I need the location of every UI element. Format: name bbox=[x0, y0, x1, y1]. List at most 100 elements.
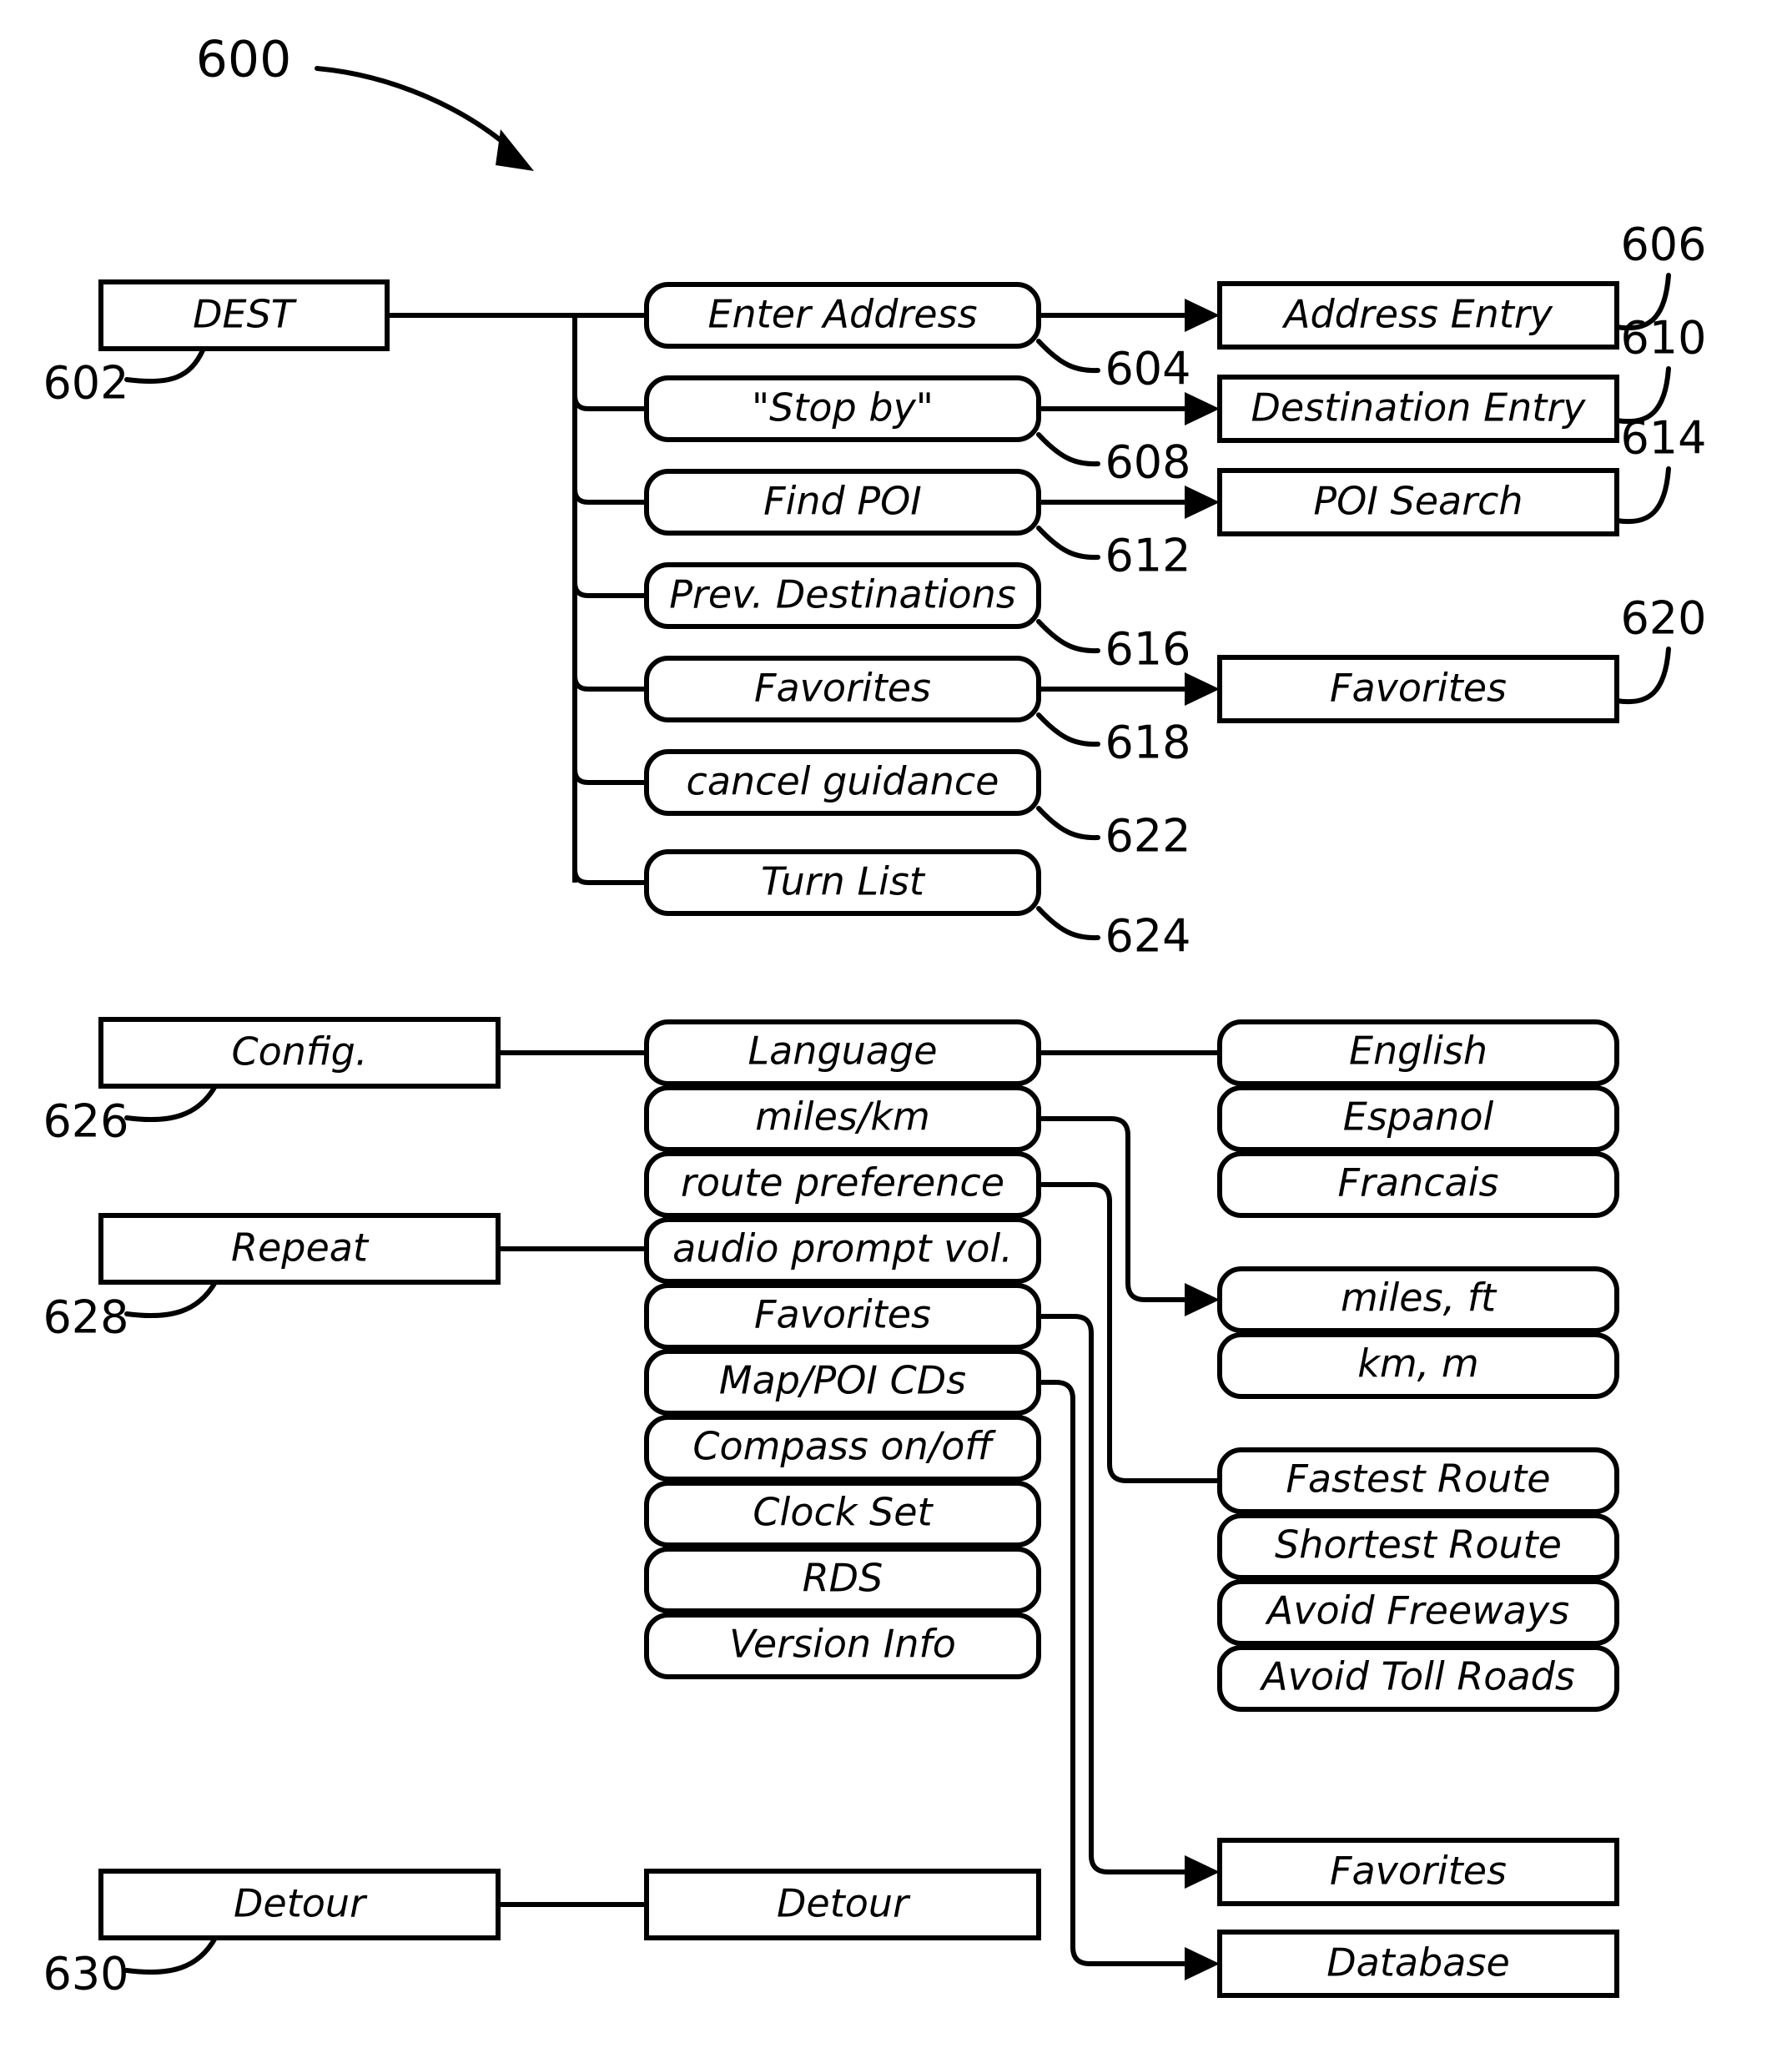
ref-630-leader bbox=[124, 1935, 218, 1975]
dest-menu-item-4[interactable]: Prev. Destinations bbox=[644, 562, 1041, 629]
ref-602-label: 602 bbox=[43, 357, 128, 410]
dest-root-label: DEST bbox=[193, 292, 298, 337]
ref-624-label: 624 bbox=[1105, 910, 1190, 963]
unitsel-arrowhead bbox=[1185, 1283, 1220, 1316]
config-menu-item-3[interactable]: route preference bbox=[644, 1151, 1041, 1218]
detour-menu-label-1: Detour bbox=[777, 1881, 911, 1926]
dest-target-box-2[interactable]: Destination Entry bbox=[1217, 375, 1619, 443]
route-option-4[interactable]: Avoid Toll Roads bbox=[1217, 1645, 1619, 1712]
config-menu-label-7: Compass on/off bbox=[692, 1424, 996, 1469]
unit-option-label-2: km, m bbox=[1357, 1341, 1479, 1386]
route-option-label-1: Fastest Route bbox=[1286, 1457, 1550, 1502]
dest-arrowhead-2 bbox=[1185, 392, 1220, 425]
unit-option-label-1: miles, ft bbox=[1341, 1276, 1498, 1321]
dest-target-label-2: Destination Entry bbox=[1251, 385, 1587, 430]
dest-branch-6 bbox=[572, 768, 647, 785]
config-menu-label-10: Version Info bbox=[729, 1622, 956, 1667]
config-menu-item-4[interactable]: audio prompt vol. bbox=[644, 1217, 1041, 1284]
config-menu-item-5[interactable]: Favorites bbox=[644, 1283, 1041, 1350]
language-option-label-2: Espanol bbox=[1343, 1094, 1494, 1140]
config-menu-label-2: miles/km bbox=[755, 1094, 930, 1140]
dest-target-box-4[interactable]: Favorites bbox=[1217, 655, 1619, 723]
detour-menu-item-1[interactable]: Detour bbox=[644, 1869, 1041, 1940]
config-root-box[interactable]: Config. bbox=[98, 1017, 501, 1089]
ref-612-leader bbox=[1036, 526, 1100, 561]
ref-612-label: 612 bbox=[1105, 530, 1190, 582]
ref-608-leader bbox=[1036, 432, 1100, 467]
dest-root-box[interactable]: DEST bbox=[98, 279, 390, 351]
dest-menu-item-7[interactable]: Turn List bbox=[644, 849, 1041, 916]
config-menu-item-9[interactable]: RDS bbox=[644, 1547, 1041, 1613]
config-menu-label-3: route preference bbox=[681, 1160, 1004, 1205]
ref-624-leader bbox=[1036, 906, 1100, 941]
figure-leader-line bbox=[315, 66, 520, 157]
ref-614-leader bbox=[1614, 466, 1671, 525]
ref-628-leader bbox=[124, 1280, 218, 1319]
dest-menu-label-3: Find POI bbox=[763, 479, 922, 524]
route-option-2[interactable]: Shortest Route bbox=[1217, 1513, 1619, 1580]
detour-root-box[interactable]: Detour bbox=[98, 1869, 501, 1940]
config-menu-label-4: audio prompt vol. bbox=[672, 1226, 1013, 1271]
route-option-1[interactable]: Fastest Route bbox=[1217, 1447, 1619, 1514]
dest-menu-label-6: cancel guidance bbox=[687, 759, 999, 804]
dest-menu-item-6[interactable]: cancel guidance bbox=[644, 749, 1041, 816]
dest-target-box-3[interactable]: POI Search bbox=[1217, 468, 1619, 536]
ref-626-leader bbox=[124, 1084, 218, 1123]
dest-menu-item-1[interactable]: Enter Address bbox=[644, 282, 1041, 349]
repeat-root-box[interactable]: Repeat bbox=[98, 1213, 501, 1285]
ref-626-label: 626 bbox=[43, 1095, 128, 1148]
ref-614-label: 614 bbox=[1620, 412, 1706, 465]
config-menu-item-10[interactable]: Version Info bbox=[644, 1613, 1041, 1679]
config-menu-label-6: Map/POI CDs bbox=[719, 1358, 966, 1403]
ref-606-label: 606 bbox=[1620, 219, 1706, 271]
config-favorites-arrowhead bbox=[1185, 1855, 1220, 1889]
config-menu-item-2[interactable]: miles/km bbox=[644, 1085, 1041, 1152]
dest-menu-item-3[interactable]: Find POI bbox=[644, 469, 1041, 536]
config-menu-item-7[interactable]: Compass on/off bbox=[644, 1415, 1041, 1482]
dest-menu-label-1: Enter Address bbox=[707, 292, 977, 337]
dest-branch-5 bbox=[572, 675, 647, 692]
dest-menu-label-4: Prev. Destinations bbox=[669, 572, 1016, 617]
ref-608-label: 608 bbox=[1105, 436, 1190, 489]
dest-target-box-1[interactable]: Address Entry bbox=[1217, 281, 1619, 350]
config-menu-label-1: Language bbox=[748, 1029, 937, 1074]
unit-option-2[interactable]: km, m bbox=[1217, 1332, 1619, 1399]
route-option-3[interactable]: Avoid Freeways bbox=[1217, 1579, 1619, 1646]
dest-branch-3 bbox=[572, 488, 647, 505]
menu-hierarchy-diagram: 600 DEST 602 Enter Address "Stop by" Fin… bbox=[43, 31, 1706, 2000]
detour-root-label: Detour bbox=[234, 1881, 368, 1926]
dest-target-label-1: Address Entry bbox=[1281, 292, 1553, 337]
data-target-box-2[interactable]: Database bbox=[1217, 1930, 1619, 1998]
ref-620-label: 620 bbox=[1620, 592, 1706, 645]
language-option-1[interactable]: English bbox=[1217, 1019, 1619, 1086]
ref-630-label: 630 bbox=[43, 1948, 128, 2000]
data-target-label-1: Favorites bbox=[1330, 1849, 1507, 1894]
config-menu-item-1[interactable]: Language bbox=[644, 1019, 1041, 1086]
ref-616-leader bbox=[1036, 619, 1100, 654]
ref-618-leader bbox=[1036, 712, 1100, 747]
ref-628-label: 628 bbox=[43, 1291, 128, 1344]
language-option-3[interactable]: Francais bbox=[1217, 1151, 1619, 1218]
data-target-label-2: Database bbox=[1326, 1940, 1510, 1985]
dest-menu-item-5[interactable]: Favorites bbox=[644, 656, 1041, 722]
language-option-2[interactable]: Espanol bbox=[1217, 1085, 1619, 1152]
ref-622-leader bbox=[1036, 806, 1100, 841]
route-option-label-3: Avoid Freeways bbox=[1265, 1588, 1569, 1633]
unit-option-1[interactable]: miles, ft bbox=[1217, 1266, 1619, 1333]
config-menu-item-8[interactable]: Clock Set bbox=[644, 1481, 1041, 1547]
dest-arrowhead-4 bbox=[1185, 672, 1220, 706]
data-target-box-1[interactable]: Favorites bbox=[1217, 1838, 1619, 1906]
route-option-label-2: Shortest Route bbox=[1275, 1522, 1562, 1567]
dest-arrowhead-3 bbox=[1185, 486, 1220, 519]
config-menu-item-6[interactable]: Map/POI CDs bbox=[644, 1349, 1041, 1416]
ref-620-leader bbox=[1614, 647, 1671, 705]
ref-604-leader bbox=[1036, 339, 1100, 374]
config-menu-label-8: Clock Set bbox=[753, 1490, 934, 1535]
dest-branch-4 bbox=[572, 581, 647, 598]
figure-leader-arrowhead bbox=[496, 129, 534, 171]
patent-figure-page: 600 DEST 602 Enter Address "Stop by" Fin… bbox=[0, 0, 1792, 2053]
dest-arrowhead-1 bbox=[1185, 299, 1220, 332]
mapcds-database-arrowhead bbox=[1185, 1947, 1220, 1980]
language-option-label-1: English bbox=[1349, 1029, 1487, 1074]
dest-menu-item-2[interactable]: "Stop by" bbox=[644, 375, 1041, 442]
